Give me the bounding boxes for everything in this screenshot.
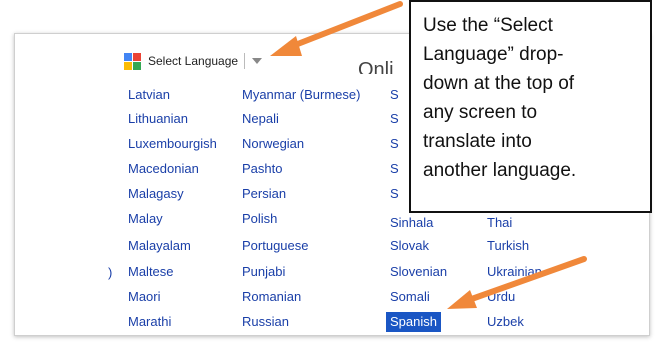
- annotation-arrows: [270, 1, 587, 309]
- arrow-to-spanish-icon: [447, 256, 587, 309]
- arrow-to-dropdown-icon: [270, 1, 403, 56]
